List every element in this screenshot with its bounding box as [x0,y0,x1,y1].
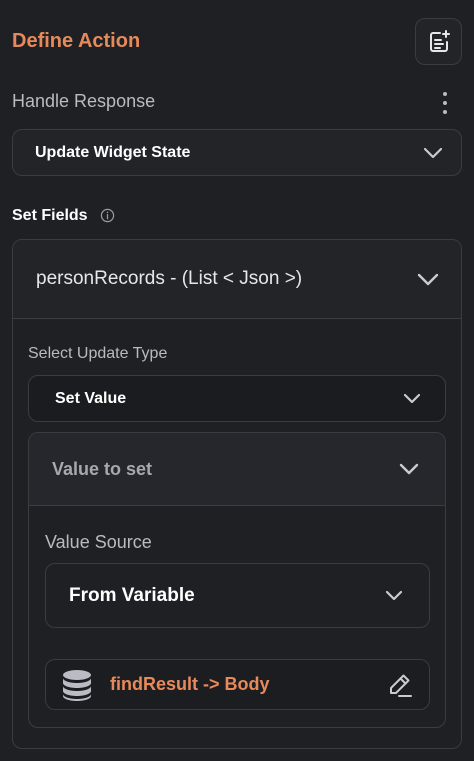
value-card-title: Value to set [52,458,153,479]
update-type-label: Select Update Type [28,345,168,362]
edit-pencil-icon[interactable] [385,670,415,700]
response-action-dropdown[interactable]: Update Widget State [12,129,462,176]
chevron-down-icon [399,463,419,475]
value-source-value: From Variable [69,584,195,606]
value-source-dropdown[interactable]: From Variable [45,563,430,628]
variable-text: findResult -> Body [110,674,270,694]
set-fields-label: Set Fields [12,207,88,224]
database-icon [63,669,91,701]
chevron-down-icon [417,273,439,285]
note-add-icon [429,29,450,52]
update-type-dropdown[interactable]: Set Value [28,375,446,422]
handle-response-label: Handle Response [12,91,156,111]
page-title: Define Action [12,30,141,52]
update-type-value: Set Value [55,389,127,407]
variable-row[interactable]: findResult -> Body [45,659,430,710]
field-card-header[interactable]: personRecords - (List < Json >) [13,240,461,319]
info-icon[interactable] [100,208,115,223]
chevron-down-icon [403,393,421,404]
response-action-value: Update Widget State [35,143,191,161]
chevron-down-icon [423,147,443,158]
value-card-header[interactable]: Value to set [29,433,445,506]
more-vertical-icon[interactable] [438,92,452,114]
note-add-button[interactable] [415,18,462,65]
field-name: personRecords - (List < Json >) [36,268,303,289]
value-source-label: Value Source [45,532,152,552]
chevron-down-icon [385,590,403,601]
